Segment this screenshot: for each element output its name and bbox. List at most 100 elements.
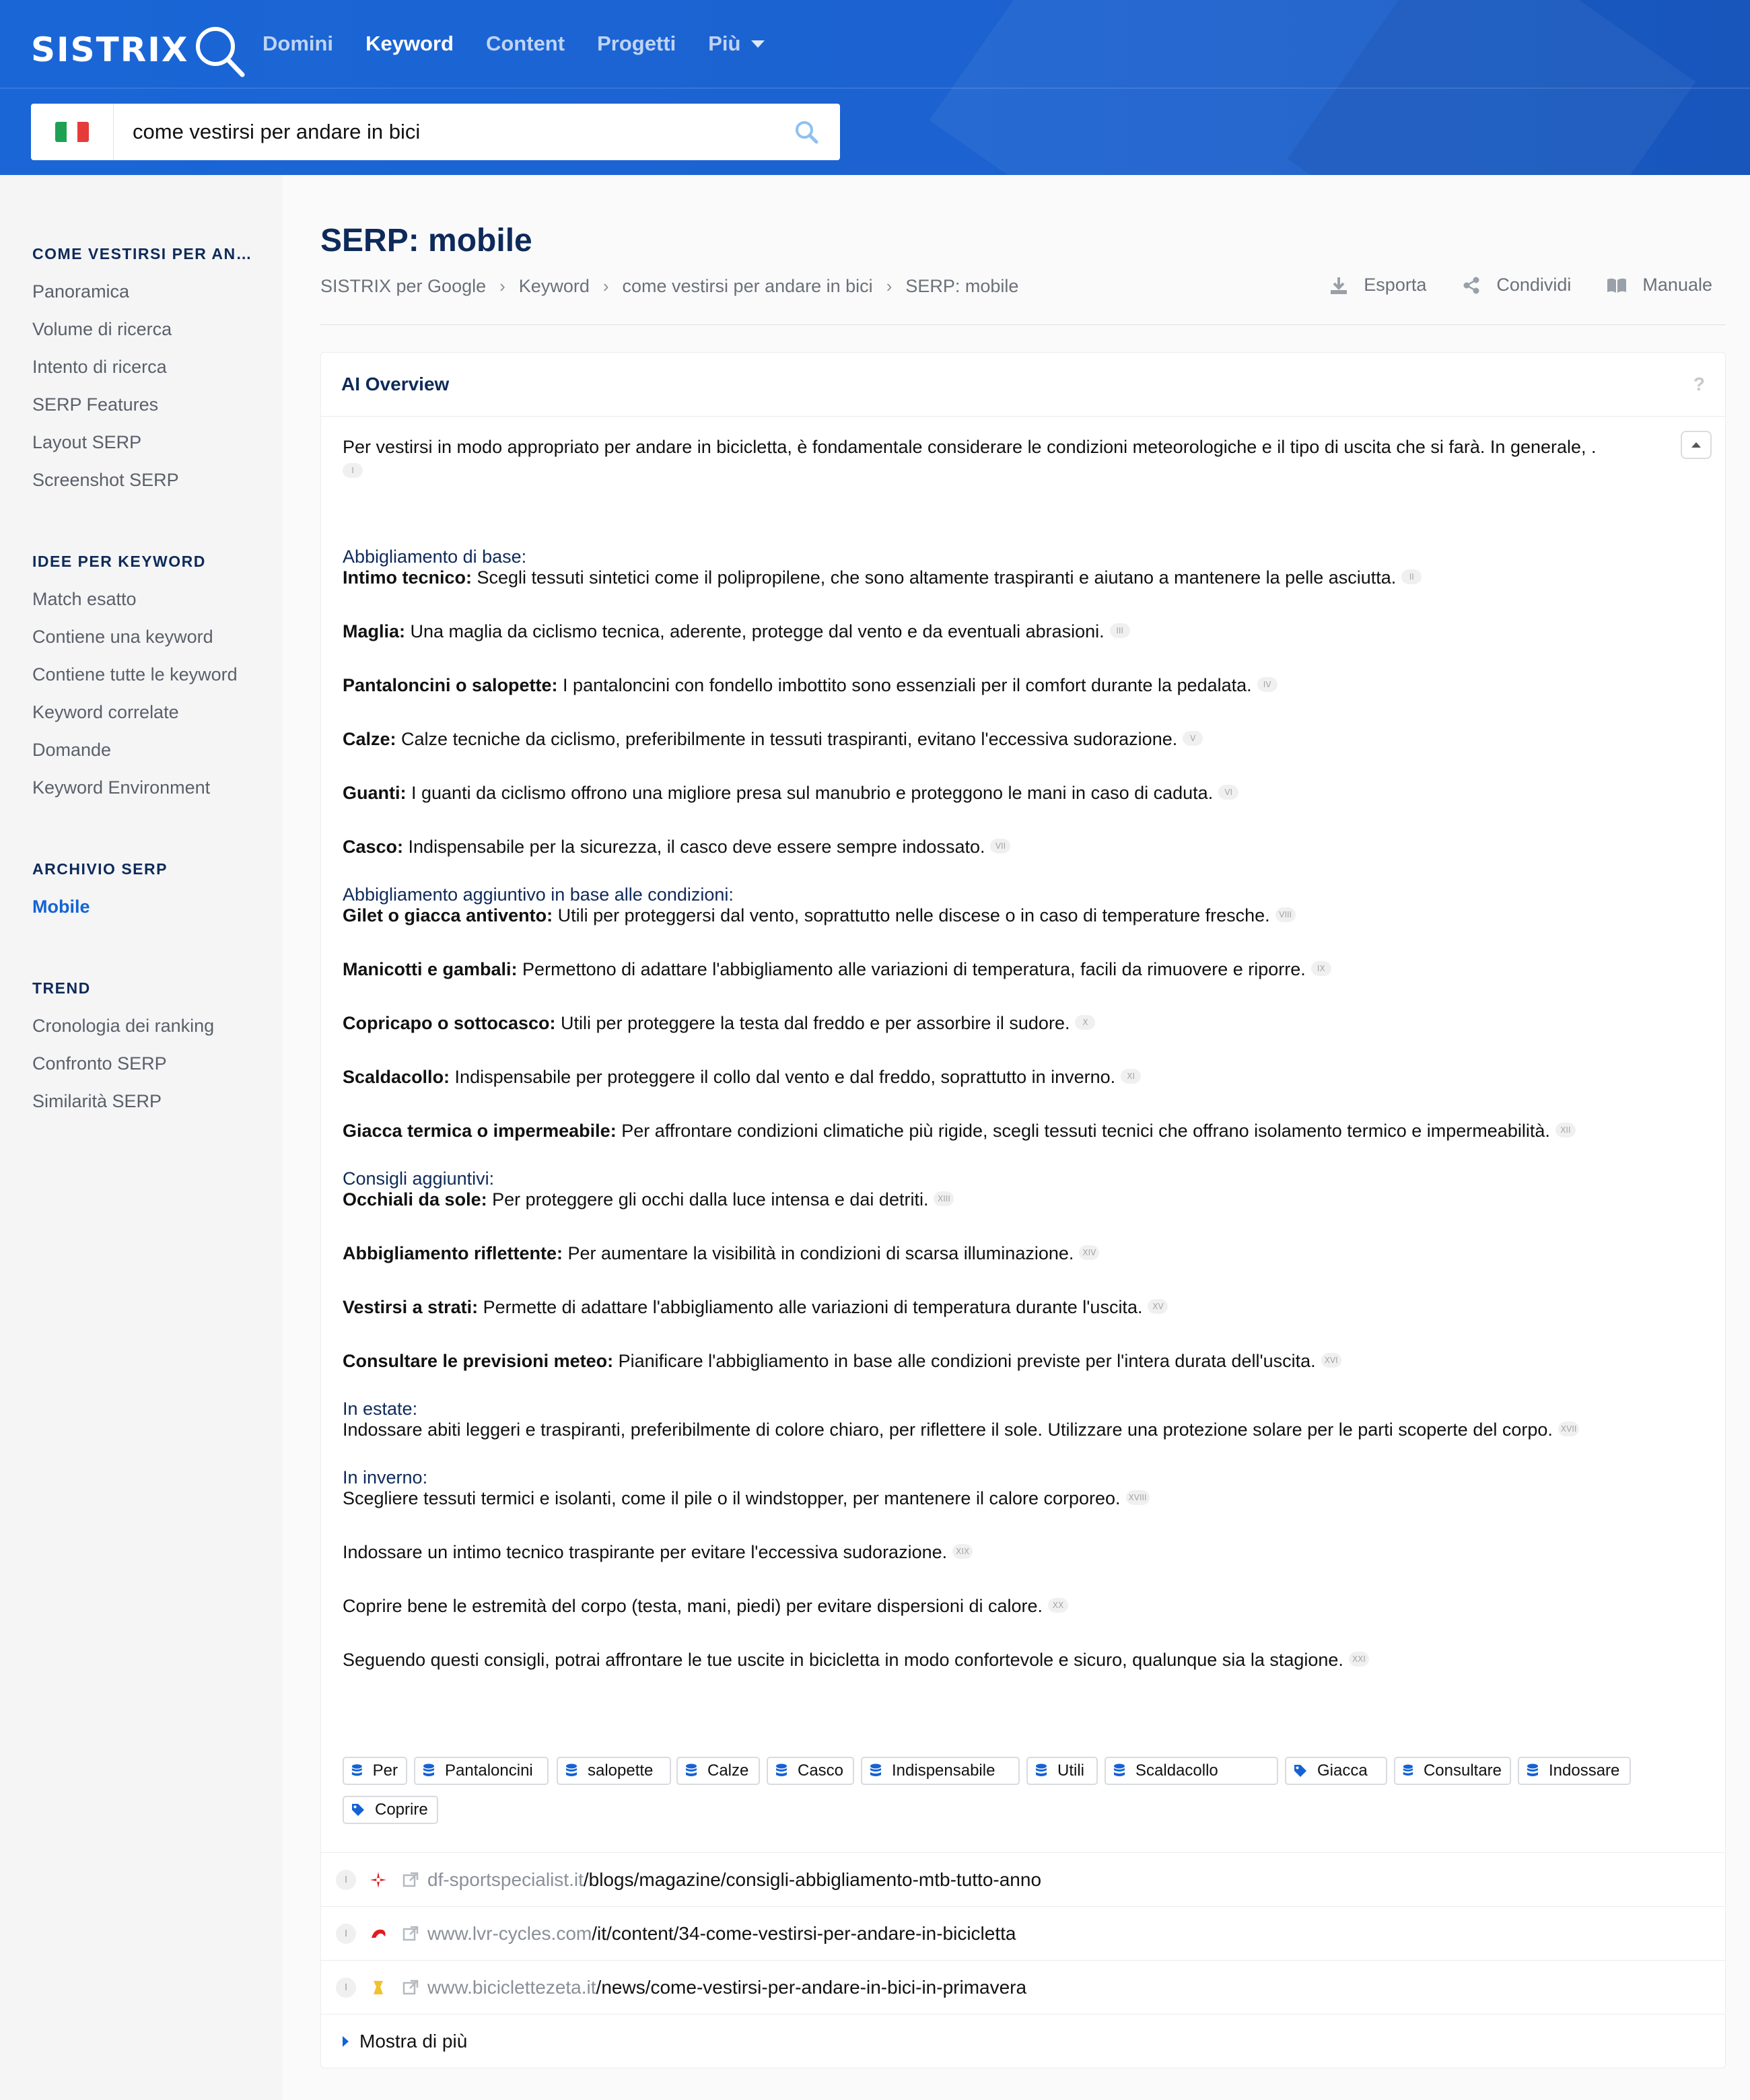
citation-badge[interactable]: III: [1109, 623, 1130, 638]
ai-bullet-term: Pantaloncini o salopette:: [343, 675, 558, 695]
citation-badge[interactable]: IV: [1257, 677, 1278, 692]
logo-text: SISTRIX: [31, 30, 189, 69]
external-link[interactable]: [402, 1925, 419, 1943]
nav-progetti[interactable]: Progetti: [597, 32, 676, 56]
source-url[interactable]: www.biciclettezeta.it/news/come-vestirsi…: [427, 1977, 1026, 1998]
external-link[interactable]: [402, 1871, 419, 1889]
ai-bullet-text: Pianificare l'abbigliamento in base alle…: [613, 1351, 1316, 1371]
sidebar-item-similarita[interactable]: Similarità SERP: [32, 1082, 214, 1120]
source-path: /it/content/34-come-vestirsi-per-andare-…: [592, 1923, 1016, 1944]
breadcrumb-item[interactable]: Keyword: [519, 276, 590, 297]
sidebar-item-cronologia[interactable]: Cronologia dei ranking: [32, 1007, 214, 1045]
ai-bullet-line: Casco: Indispensabile per la sicurezza, …: [343, 835, 1011, 859]
citation-badge[interactable]: XII: [1555, 1123, 1576, 1138]
source-domain: www.lvr-cycles.com: [427, 1923, 592, 1944]
citation-badge[interactable]: XX: [1048, 1598, 1069, 1613]
ai-bullet-text: I pantaloncini con fondello imbottito so…: [557, 675, 1252, 695]
sidebar-item-contiene-tutte[interactable]: Contiene tutte le keyword: [32, 656, 238, 693]
ai-bullet-text: Indispensabile per proteggere il collo d…: [450, 1067, 1116, 1087]
nav-domini[interactable]: Domini: [262, 32, 333, 56]
entity-chip[interactable]: salopette: [557, 1757, 671, 1785]
ai-bullet-term: Gilet o giacca antivento:: [343, 905, 553, 925]
sidebar-item-screenshot-serp[interactable]: Screenshot SERP: [32, 461, 252, 499]
citation-badge[interactable]: XXI: [1348, 1652, 1369, 1667]
ai-bullet-term: Manicotti e gambali:: [343, 959, 518, 979]
citation-badge[interactable]: I: [343, 463, 363, 478]
ai-section-heading: In inverno:: [343, 1467, 428, 1488]
ai-bullet-term: Consultare le previsioni meteo:: [343, 1351, 614, 1371]
caret-down-icon: [751, 40, 765, 48]
entity-chip[interactable]: Indispensabile: [861, 1757, 1020, 1785]
database-icon: [423, 1763, 434, 1776]
search-input[interactable]: [114, 104, 773, 160]
citation-badge[interactable]: XVI: [1321, 1353, 1341, 1368]
manual-button[interactable]: Manuale: [1606, 275, 1712, 295]
citation-badge[interactable]: XVIII: [1125, 1490, 1150, 1505]
nav-piu-dropdown[interactable]: Più: [708, 32, 765, 56]
entity-chip[interactable]: Scaldacollo: [1105, 1757, 1278, 1785]
entity-chip[interactable]: Per: [343, 1757, 407, 1785]
sidebar-item-panoramica[interactable]: Panoramica: [32, 273, 252, 310]
help-icon[interactable]: ?: [1693, 374, 1705, 395]
sidebar-item-environment[interactable]: Keyword Environment: [32, 769, 238, 806]
citation-badge[interactable]: VII: [990, 839, 1011, 853]
entity-chip[interactable]: Pantaloncini: [414, 1757, 549, 1785]
entity-chip[interactable]: Utili: [1026, 1757, 1098, 1785]
sidebar-item-contiene-una[interactable]: Contiene una keyword: [32, 618, 238, 656]
sidebar-item-correlate[interactable]: Keyword correlate: [32, 693, 238, 731]
search-button[interactable]: [773, 104, 840, 160]
collapse-button[interactable]: [1681, 431, 1712, 459]
database-icon: [1527, 1763, 1538, 1776]
sidebar-item-volume[interactable]: Volume di ricerca: [32, 310, 252, 348]
sidebar-item-intento[interactable]: Intento di ricerca: [32, 348, 252, 386]
page-actions: Esporta Condividi Manuale: [1294, 275, 1712, 295]
ai-bullet-term: Vestirsi a strati:: [343, 1297, 479, 1317]
citation-badge[interactable]: XVII: [1558, 1422, 1580, 1436]
entity-chip[interactable]: Indossare: [1518, 1757, 1631, 1785]
citation-badge[interactable]: V: [1183, 731, 1203, 746]
citation-badge[interactable]: XIX: [952, 1544, 973, 1559]
sidebar-section-trend: TREND Cronologia dei ranking Confronto S…: [32, 979, 214, 1120]
sidebar-section-title: IDEE PER KEYWORD: [32, 553, 206, 570]
citation-badge[interactable]: IX: [1310, 961, 1331, 976]
sidebar-item-confronto[interactable]: Confronto SERP: [32, 1045, 214, 1082]
entity-chip[interactable]: Coprire: [343, 1796, 438, 1824]
entity-chip[interactable]: Giacca: [1285, 1757, 1387, 1785]
citation-badge[interactable]: XIV: [1079, 1245, 1100, 1260]
nav-keyword[interactable]: Keyword: [365, 32, 454, 56]
entity-chip[interactable]: Consultare: [1394, 1757, 1511, 1785]
export-button[interactable]: Esporta: [1329, 275, 1426, 295]
source-url[interactable]: www.lvr-cycles.com/it/content/34-come-ve…: [427, 1923, 1016, 1945]
breadcrumb-item[interactable]: SISTRIX per Google: [320, 276, 486, 297]
citation-badge[interactable]: VI: [1218, 785, 1239, 800]
share-label: Condividi: [1496, 275, 1572, 295]
share-button[interactable]: Condividi: [1461, 275, 1571, 295]
sidebar-section-title: TREND: [32, 979, 91, 997]
source-url[interactable]: df-sportspecialist.it/blogs/magazine/con…: [427, 1869, 1041, 1891]
sistrix-logo[interactable]: SISTRIX: [31, 23, 249, 77]
nav-content[interactable]: Content: [486, 32, 565, 56]
sidebar-item-mobile[interactable]: Mobile: [32, 888, 168, 925]
entity-chip[interactable]: Casco: [767, 1757, 854, 1785]
ai-bullet-text: Permettono di adattare l'abbigliamento a…: [517, 959, 1306, 979]
ai-bullet-line: Scaldacollo: Indispensabile per protegge…: [343, 1065, 1142, 1089]
country-selector[interactable]: [31, 104, 114, 160]
sidebar-item-match-esatto[interactable]: Match esatto: [32, 580, 238, 618]
citation-badge[interactable]: XV: [1148, 1299, 1168, 1314]
sidebar-item-layout-serp[interactable]: Layout SERP: [32, 423, 252, 461]
main-nav: Domini Keyword Content Progetti Più: [262, 27, 797, 61]
breadcrumb-item[interactable]: come vestirsi per andare in bici: [623, 276, 873, 297]
sidebar-item-domande[interactable]: Domande: [32, 731, 238, 769]
citation-badge[interactable]: II: [1401, 569, 1422, 584]
database-icon: [1403, 1764, 1413, 1776]
citation-badge[interactable]: X: [1075, 1015, 1096, 1030]
citation-badge[interactable]: XI: [1121, 1069, 1142, 1084]
entity-chip[interactable]: Calze: [676, 1757, 760, 1785]
citation-badge[interactable]: VIII: [1275, 907, 1296, 922]
search-icon: [796, 121, 818, 144]
source-row: Idf-sportspecialist.it/blogs/magazine/co…: [321, 1852, 1725, 1907]
citation-badge[interactable]: XIII: [934, 1191, 954, 1206]
external-link[interactable]: [402, 1979, 419, 1996]
show-more-button[interactable]: Mostra di più: [321, 2014, 1725, 2068]
sidebar-item-serp-features[interactable]: SERP Features: [32, 386, 252, 423]
